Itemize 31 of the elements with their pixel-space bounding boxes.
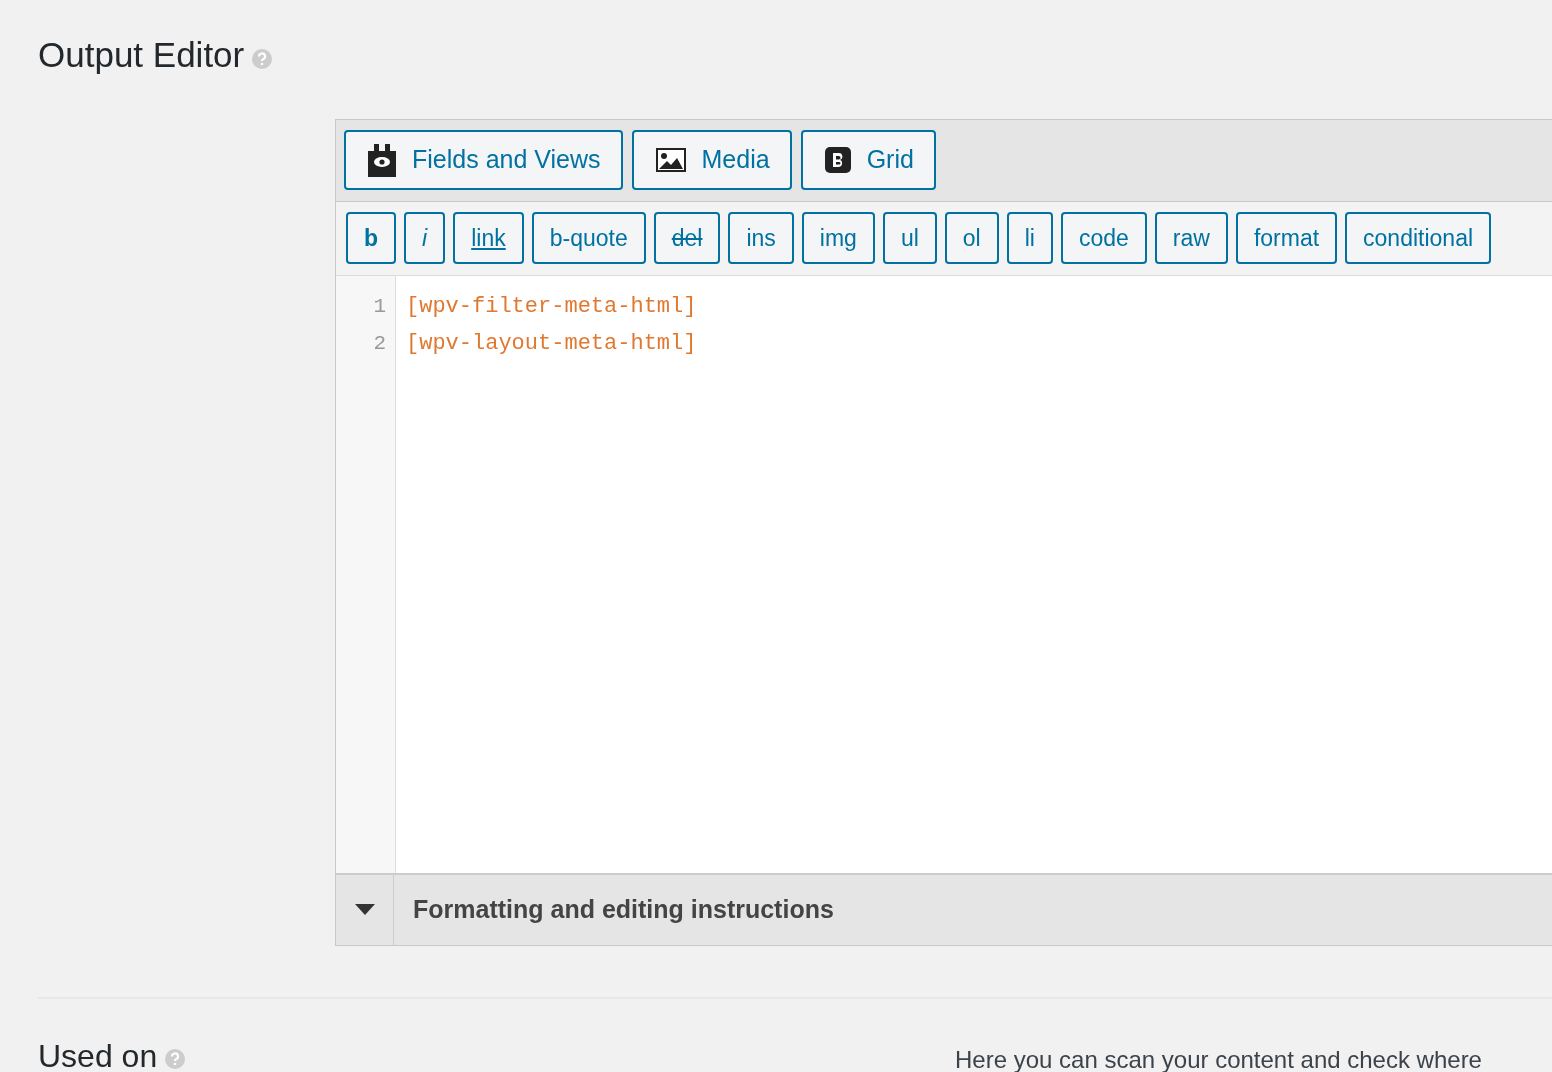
quicktag-button[interactable]: ul	[882, 212, 937, 264]
eye-icon	[368, 143, 396, 177]
quicktag-button[interactable]: del	[653, 212, 721, 264]
help-icon[interactable]	[165, 1049, 186, 1069]
quicktag-button[interactable]: conditional	[1345, 212, 1492, 264]
letter-b-icon	[824, 147, 851, 173]
toolbar-button[interactable]: Fields and Views	[344, 130, 623, 190]
quicktag-button[interactable]: raw	[1154, 212, 1228, 264]
quicktag-button[interactable]: link	[453, 212, 524, 264]
code-editor[interactable]: 1 2 [wpv-filter-meta-html] [wpv-layout-meta-html]	[336, 276, 1552, 873]
instructions-label[interactable]: Formatting and editing instructions	[394, 891, 834, 929]
help-icon[interactable]	[252, 49, 273, 69]
quicktag-button[interactable]: b-quote	[531, 212, 646, 264]
line-number: 1	[372, 294, 387, 320]
toolbar-button[interactable]: Media	[631, 130, 792, 190]
quicktag-button[interactable]: code	[1060, 212, 1147, 264]
quicktag-button[interactable]: ins	[728, 212, 794, 264]
line-number: 2	[372, 331, 387, 357]
code-line: [wpv-filter-meta-html]	[406, 293, 697, 321]
quicktag-button[interactable]: li	[1006, 212, 1053, 264]
quicktag-button[interactable]: format	[1235, 212, 1338, 264]
section-title: Output Editor	[38, 34, 245, 76]
quicktag-button[interactable]: i	[404, 212, 446, 264]
quicktag-button[interactable]: ol	[944, 212, 999, 264]
quicktag-button[interactable]: img	[801, 212, 875, 264]
caret-icon	[354, 904, 375, 916]
section-title: Used on	[38, 1037, 158, 1072]
image-icon	[655, 148, 686, 172]
toolbar-button[interactable]: Grid	[800, 130, 936, 190]
code-line: [wpv-layout-meta-html]	[406, 330, 697, 358]
quicktag-button[interactable]: b	[346, 212, 397, 264]
